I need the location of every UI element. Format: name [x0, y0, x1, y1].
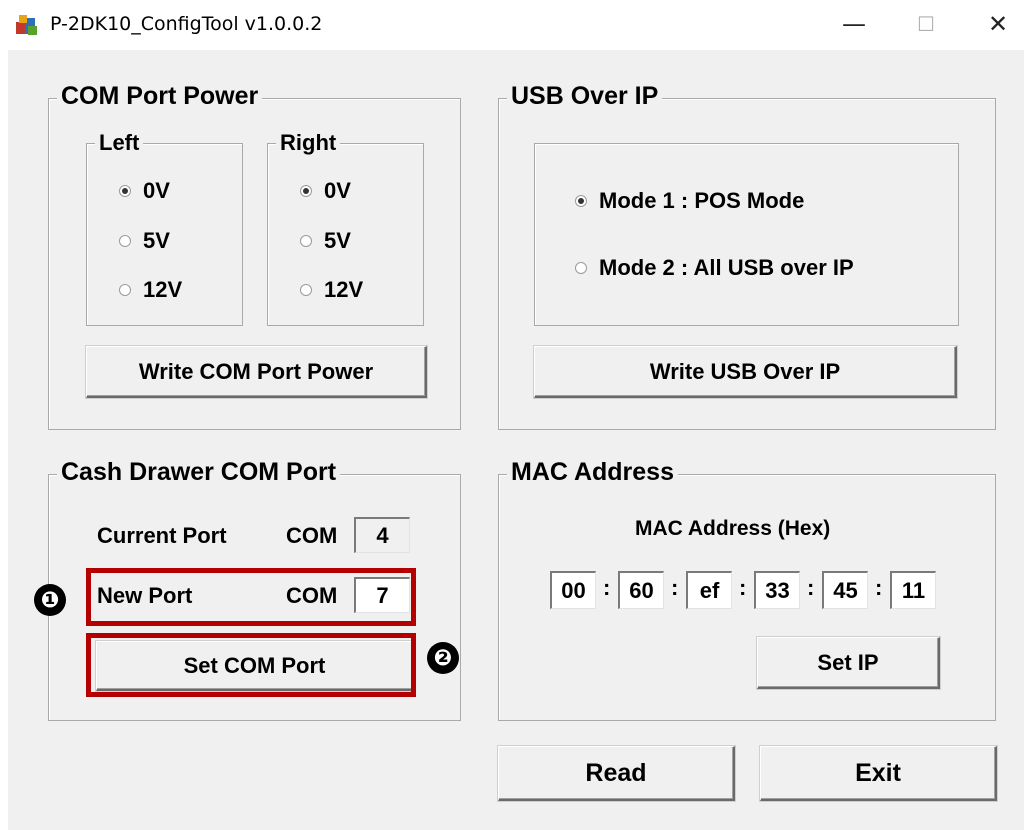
mac-separator: :	[603, 575, 611, 600]
right-12v-label: 12V	[324, 277, 364, 302]
left-subgroup: Left 0V 5V 12V	[86, 130, 243, 326]
mac-octet-2[interactable]: 60	[618, 571, 664, 609]
usb-mode-box: Mode 1 : POS Mode Mode 2 : All USB over …	[534, 143, 959, 326]
cash-drawer-title: Cash Drawer COM Port	[57, 458, 341, 487]
left-0v-radio[interactable]: 0V	[119, 178, 170, 204]
usb-over-ip-group: USB Over IP Mode 1 : POS Mode Mode 2 : A…	[498, 82, 996, 430]
write-usb-over-ip-button[interactable]: Write USB Over IP	[534, 346, 957, 398]
maximize-button[interactable]: ☐	[906, 8, 946, 40]
minimize-button[interactable]: —	[834, 8, 874, 40]
left-5v-radio[interactable]: 5V	[119, 228, 170, 254]
mac-address-subtitle: MAC Address (Hex)	[635, 517, 831, 540]
right-subgroup: Right 0V 5V 12V	[267, 130, 424, 326]
close-button[interactable]: ✕	[978, 8, 1018, 40]
left-12v-label: 12V	[143, 277, 183, 302]
current-port-prefix: COM	[286, 523, 338, 548]
radio-checked-icon	[119, 185, 131, 197]
mac-separator: :	[807, 575, 815, 600]
current-port-label: Current Port	[97, 523, 227, 548]
mac-octet-6[interactable]: 11	[890, 571, 936, 609]
left-5v-label: 5V	[143, 228, 170, 253]
right-5v-radio[interactable]: 5V	[300, 228, 351, 254]
mac-address-group: MAC Address MAC Address (Hex) 00 : 60 : …	[498, 458, 996, 721]
radio-checked-icon	[575, 195, 587, 207]
mac-separator: :	[671, 575, 679, 600]
mac-octet-1[interactable]: 00	[550, 571, 596, 609]
radio-unchecked-icon	[119, 284, 131, 296]
write-com-port-power-button[interactable]: Write COM Port Power	[86, 346, 427, 398]
com-port-power-group: COM Port Power Left 0V 5V 12V Right 0V 5…	[48, 82, 461, 430]
radio-checked-icon	[300, 185, 312, 197]
right-5v-label: 5V	[324, 228, 351, 253]
window-title: P-2DK10_ConfigTool v1.0.0.2	[50, 13, 323, 35]
mac-octet-5[interactable]: 45	[822, 571, 868, 609]
mode2-radio[interactable]: Mode 2 : All USB over IP	[575, 255, 854, 281]
com-port-power-title: COM Port Power	[57, 82, 263, 111]
mac-octet-4[interactable]: 33	[754, 571, 800, 609]
step-1-badge: ❶	[34, 584, 66, 616]
mac-separator: :	[875, 575, 883, 600]
mode2-label: Mode 2 : All USB over IP	[599, 255, 854, 280]
mode1-radio[interactable]: Mode 1 : POS Mode	[575, 188, 804, 214]
right-0v-label: 0V	[324, 178, 351, 203]
left-subgroup-title: Left	[95, 130, 144, 156]
new-port-highlight	[86, 568, 416, 626]
step-2-badge: ❷	[427, 642, 459, 674]
exit-button[interactable]: Exit	[760, 746, 997, 801]
radio-unchecked-icon	[119, 235, 131, 247]
mac-separator: :	[739, 575, 747, 600]
read-button[interactable]: Read	[498, 746, 735, 801]
client-area: COM Port Power Left 0V 5V 12V Right 0V 5…	[8, 50, 1024, 830]
left-12v-radio[interactable]: 12V	[119, 277, 182, 303]
app-icon	[16, 15, 37, 35]
left-0v-label: 0V	[143, 178, 170, 203]
mode1-label: Mode 1 : POS Mode	[599, 188, 805, 213]
radio-unchecked-icon	[575, 262, 587, 274]
current-port-value: 4	[354, 517, 410, 553]
usb-over-ip-title: USB Over IP	[507, 82, 663, 111]
radio-unchecked-icon	[300, 284, 312, 296]
radio-unchecked-icon	[300, 235, 312, 247]
set-ip-button[interactable]: Set IP	[757, 637, 940, 689]
right-subgroup-title: Right	[276, 130, 341, 156]
mac-octet-3[interactable]: ef	[686, 571, 732, 609]
title-bar: P-2DK10_ConfigTool v1.0.0.2 — ☐ ✕	[0, 0, 1026, 50]
right-0v-radio[interactable]: 0V	[300, 178, 351, 204]
right-12v-radio[interactable]: 12V	[300, 277, 363, 303]
mac-address-title: MAC Address	[507, 458, 678, 487]
set-com-port-highlight	[86, 633, 416, 697]
